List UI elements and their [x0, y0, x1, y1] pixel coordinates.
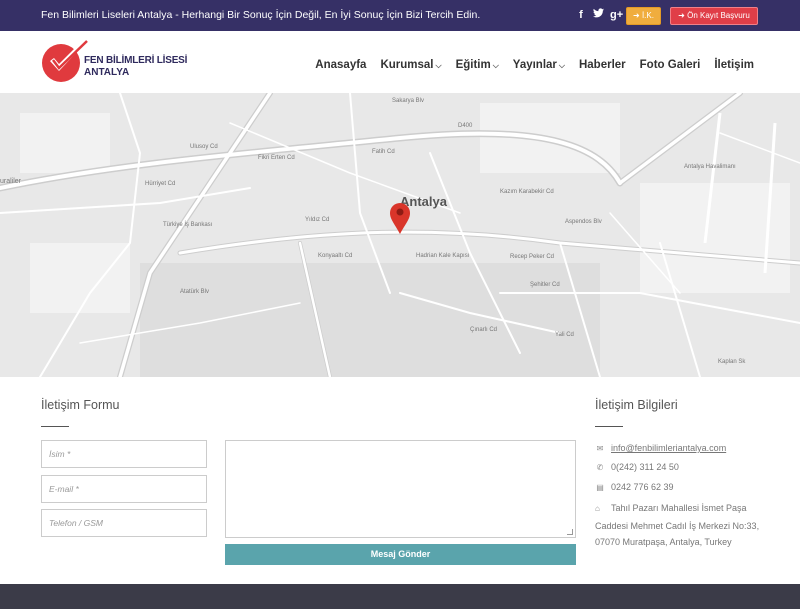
site-header: FEN BİLİMLERİ LİSESİ ANTALYA Anasayfa Ku…: [0, 31, 800, 93]
fax-number: 0242 776 62 39: [611, 482, 674, 492]
pre-registration-label: Ön Kayıt Başvuru: [687, 11, 750, 20]
map-label: Yıldız Cd: [305, 217, 329, 223]
ik-button[interactable]: ➜ İ.K.: [626, 7, 661, 25]
nav-item-yayinlar[interactable]: Yayınlar ⌵: [513, 59, 565, 71]
chevron-down-icon: ⌵: [435, 61, 442, 70]
twitter-icon[interactable]: [593, 8, 604, 22]
map-label: Fatih Cd: [372, 149, 395, 155]
logo-subtitle: ANTALYA: [84, 67, 130, 78]
tagline: Fen Bilimleri Liseleri Antalya - Herhang…: [41, 9, 481, 21]
title-underline: [41, 426, 69, 427]
pre-registration-button[interactable]: ➜ Ön Kayıt Başvuru: [670, 7, 758, 25]
map-label: Aspendos Blv: [565, 219, 602, 225]
send-message-button[interactable]: Mesaj Gönder: [225, 544, 576, 565]
address-block: ⌂ Tahıl Pazarı Mahallesi İsmet Paşa Cadde…: [595, 500, 775, 551]
address-text: Tahıl Pazarı Mahallesi İsmet Paşa Caddes…: [595, 503, 760, 547]
chevron-down-icon: ⌵: [492, 61, 499, 70]
site-logo[interactable]: FEN BİLİMLERİ LİSESİ ANTALYA: [41, 37, 187, 87]
sign-in-icon: ➜: [633, 11, 640, 20]
fax-icon: ▤: [596, 483, 604, 492]
map-label: Çınarlı Cd: [470, 327, 497, 333]
map-canvas[interactable]: Sakarya Blv D400 Ulusoy Cd Fikri Erten C…: [0, 93, 800, 377]
site-footer: [0, 584, 800, 609]
map-label: Atatürk Blv: [180, 289, 209, 295]
map-label: Şehitler Cd: [530, 282, 560, 288]
ik-button-label: İ.K.: [641, 11, 654, 20]
map-label: Antalya Havalimanı: [684, 164, 736, 170]
home-icon: ⌂: [595, 504, 600, 513]
nav-item-foto-galeri[interactable]: Foto Galeri: [640, 59, 701, 71]
email-row: ✉ info@fenbilimleriantalya.com: [595, 443, 727, 453]
phone-icon: ✆: [596, 463, 604, 472]
title-underline: [595, 426, 623, 427]
email-link[interactable]: info@fenbilimleriantalya.com: [611, 443, 726, 453]
map-label: Türkiye İş Bankası: [163, 221, 213, 228]
nav-item-haberler[interactable]: Haberler: [579, 59, 626, 71]
map-label: Konyaaltı Cd: [318, 253, 352, 259]
nav-item-kurumsal[interactable]: Kurumsal ⌵: [380, 59, 441, 71]
map-label: Hadrian Kale Kapısı: [416, 253, 470, 259]
message-textarea[interactable]: [225, 440, 576, 538]
map-label: D400: [458, 123, 473, 129]
nav-item-anasayfa[interactable]: Anasayfa: [315, 59, 366, 71]
envelope-icon: ✉: [596, 444, 604, 453]
top-bar: Fen Bilimleri Liseleri Antalya - Herhang…: [0, 0, 800, 31]
main-nav: Anasayfa Kurumsal ⌵ Eğitim ⌵ Yayınlar ⌵ Hab…: [315, 59, 754, 71]
location-map[interactable]: Sakarya Blv D400 Ulusoy Cd Fikri Erten C…: [0, 93, 800, 377]
email-input[interactable]: E-mail *: [41, 475, 207, 503]
map-label: Fikri Erten Cd: [258, 155, 295, 161]
sign-in-icon: ➜: [678, 11, 685, 20]
facebook-icon[interactable]: f: [576, 8, 586, 22]
logo-title: FEN BİLİMLERİ LİSESİ: [84, 55, 188, 66]
google-plus-icon[interactable]: g+: [610, 8, 623, 22]
contact-form-title: İletişim Formu: [41, 398, 120, 412]
name-input[interactable]: İsim *: [41, 440, 207, 468]
fax-row: ▤ 0242 776 62 39: [595, 482, 674, 492]
nav-item-iletisim[interactable]: İletişim: [714, 59, 754, 71]
phone-row: ✆ 0(242) 311 24 50: [595, 462, 679, 472]
chevron-down-icon: ⌵: [558, 61, 565, 70]
social-links: f g+: [576, 8, 623, 22]
map-label: Kaplan Sk: [718, 359, 746, 365]
nav-item-egitim[interactable]: Eğitim ⌵: [456, 59, 499, 71]
contact-info-title: İletişim Bilgileri: [595, 398, 678, 412]
map-label: uraliler: [0, 178, 22, 185]
phone-number: 0(242) 311 24 50: [611, 462, 679, 472]
map-label: Kazım Karabekir Cd: [500, 189, 554, 195]
map-label: Sakarya Blv: [392, 98, 424, 104]
map-label: Hürriyet Cd: [145, 181, 175, 187]
map-label: Recep Peker Cd: [510, 254, 554, 260]
resize-grip-icon[interactable]: [567, 529, 573, 535]
map-label: Ulusoy Cd: [190, 144, 218, 150]
map-label: Yali Cd: [555, 332, 574, 338]
phone-input[interactable]: Telefon / GSM: [41, 509, 207, 537]
